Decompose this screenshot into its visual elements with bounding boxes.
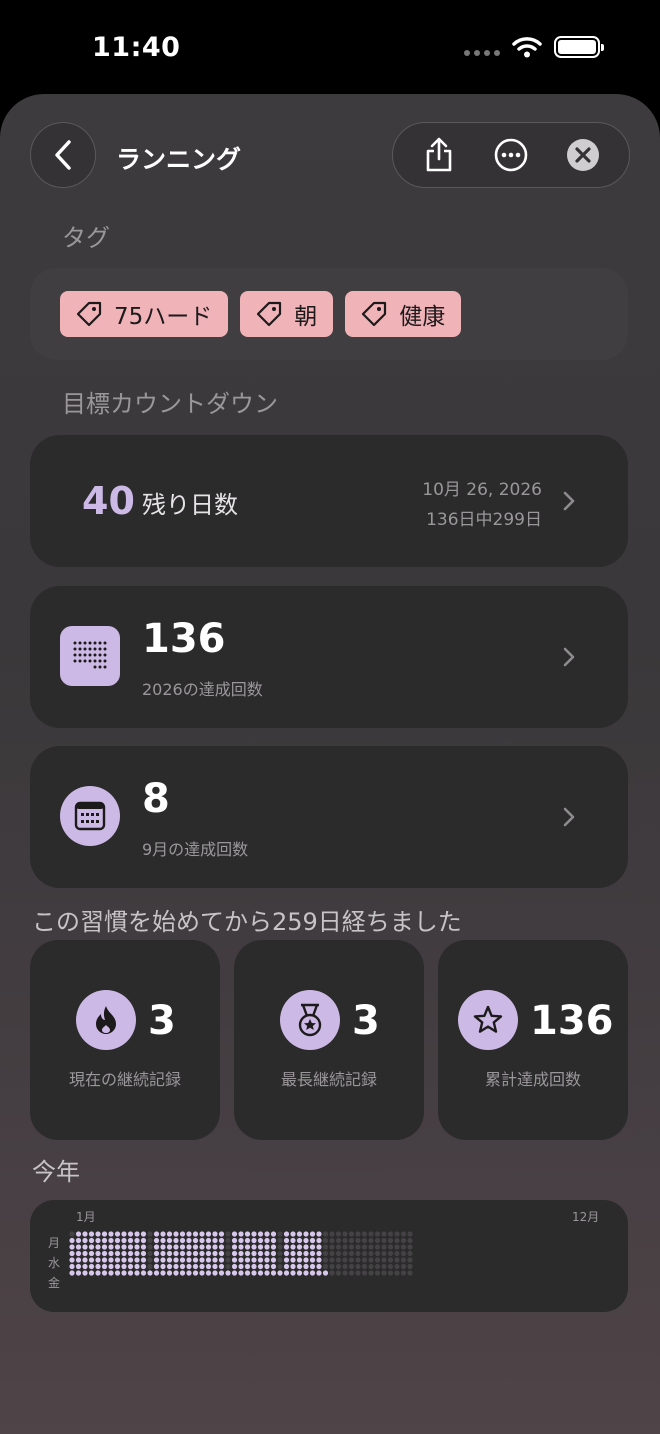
current-streak-value: 3 — [148, 998, 176, 1044]
close-button[interactable] — [559, 131, 607, 179]
tag-chip[interactable]: 健康 — [345, 291, 462, 337]
share-button[interactable] — [415, 131, 463, 179]
ellipsis-circle-icon — [494, 138, 528, 172]
more-button[interactable] — [487, 131, 535, 179]
chevron-right-icon — [563, 491, 575, 511]
tags-card: 75ハード 朝 健康 — [30, 268, 628, 360]
tag-icon — [362, 301, 387, 327]
longest-streak-label: 最長継続記録 — [280, 1070, 377, 1089]
page-title: ランニング — [116, 145, 242, 174]
action-group — [392, 122, 630, 188]
days-remaining-label: 残り日数 — [142, 491, 238, 519]
countdown-card[interactable]: 40 残り日数 10月 26, 2026 136日中299日 — [30, 435, 628, 567]
current-streak-card: 3 現在の継続記録 — [30, 940, 220, 1140]
total-completions-label: 累計達成回数 — [484, 1070, 581, 1089]
cellular-signal-icon — [464, 50, 500, 56]
yearly-completions-label: 2026の達成回数 — [142, 680, 263, 699]
total-completions-value: 136 — [530, 998, 614, 1044]
back-button[interactable] — [30, 122, 96, 188]
flame-icon — [76, 990, 136, 1050]
monthly-completions-label: 9月の達成回数 — [142, 840, 249, 859]
countdown-section-label: 目標カウントダウン — [62, 390, 278, 418]
year-heatmap-card: 1月 12月 月 水 金 — [30, 1200, 628, 1312]
longest-streak-card: 3 最長継続記録 — [234, 940, 424, 1140]
tag-label: 75ハード — [114, 304, 213, 330]
countdown-progress: 136日中299日 — [426, 510, 542, 530]
status-time: 11:40 — [92, 32, 181, 63]
medal-icon — [280, 990, 340, 1050]
day-label-fri: 金 — [48, 1276, 61, 1290]
close-icon — [567, 139, 599, 171]
days-remaining-value: 40 — [82, 479, 135, 523]
chevron-left-icon — [55, 140, 71, 170]
yearly-completions-card[interactable]: 136 2026の達成回数 — [30, 586, 628, 728]
month-label-end: 12月 — [572, 1210, 600, 1224]
tag-icon — [257, 301, 282, 327]
day-label-wed: 水 — [48, 1256, 61, 1270]
share-icon — [426, 137, 452, 172]
total-completions-card: 136 累計達成回数 — [438, 940, 628, 1140]
target-date: 10月 26, 2026 — [422, 480, 542, 500]
wifi-icon — [512, 37, 542, 58]
habit-detail-sheet: ランニング タグ 75ハード 朝 健康 目標カウントダウン 40 残り日数 10… — [0, 94, 660, 1434]
tag-icon — [76, 301, 102, 327]
chevron-right-icon — [563, 647, 575, 667]
chevron-right-icon — [563, 807, 575, 827]
tag-chip[interactable]: 75ハード — [60, 291, 229, 337]
calendar-icon — [60, 786, 120, 846]
status-bar: 11:40 — [0, 0, 660, 94]
monthly-completions-value: 8 — [142, 776, 170, 822]
habit-age-text: この習慣を始めてから259日経ちました — [32, 908, 462, 936]
monthly-completions-card[interactable]: 8 9月の達成回数 — [30, 746, 628, 888]
status-icons — [464, 36, 604, 58]
month-label-start: 1月 — [76, 1210, 96, 1224]
star-icon — [458, 990, 518, 1050]
longest-streak-value: 3 — [352, 998, 380, 1044]
yearly-completions-value: 136 — [142, 616, 226, 662]
dot-grid-icon — [60, 626, 120, 686]
day-label-mon: 月 — [48, 1236, 61, 1250]
tag-label: 健康 — [399, 304, 446, 330]
current-streak-label: 現在の継続記録 — [68, 1070, 181, 1089]
year-section-label: 今年 — [32, 1158, 80, 1186]
year-heatmap — [69, 1231, 413, 1276]
tag-label: 朝 — [294, 304, 318, 330]
battery-icon — [554, 36, 604, 58]
tags-section-label: タグ — [62, 224, 110, 252]
tag-chip[interactable]: 朝 — [240, 291, 334, 337]
